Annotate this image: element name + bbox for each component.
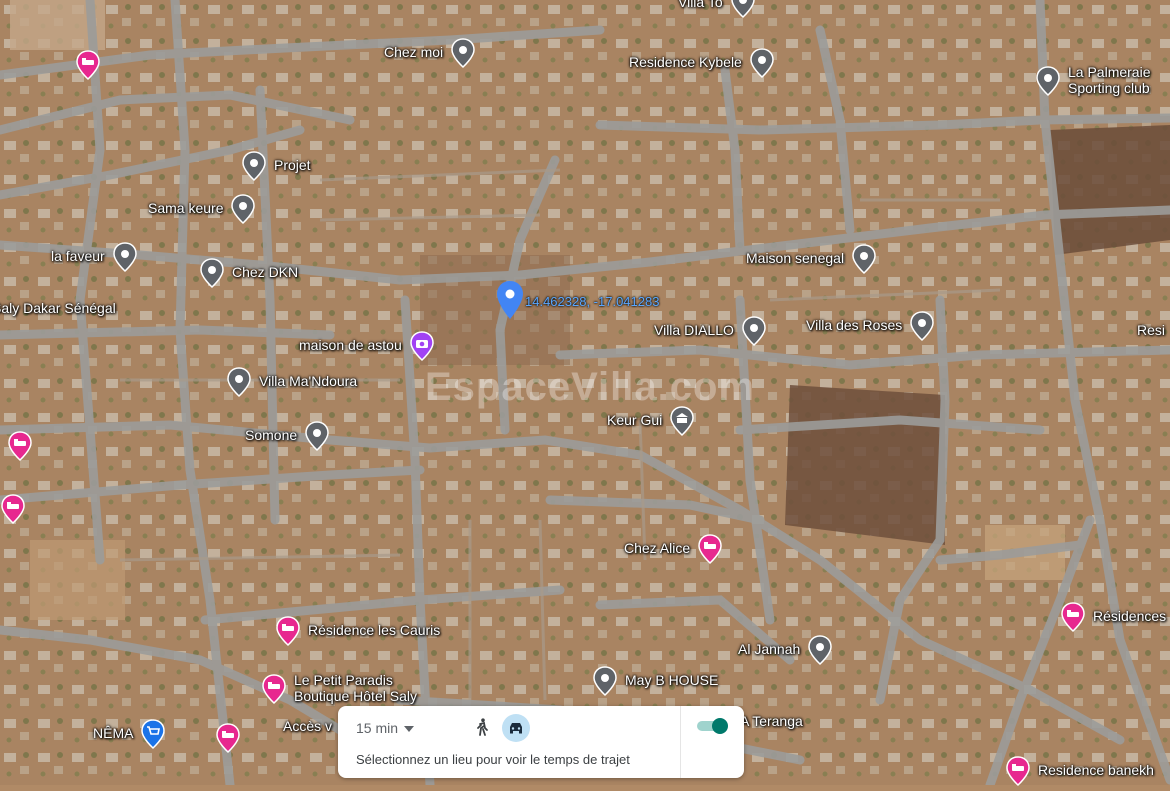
place-label-la-palmeraie[interactable]: La Palmeraie Sporting club [1068, 64, 1151, 96]
panel-divider [680, 706, 681, 778]
hotel-pin-icon[interactable] [1060, 602, 1086, 633]
camera-pin-icon[interactable] [409, 331, 435, 362]
location-pin-icon[interactable] [592, 666, 618, 697]
hotel-pin-icon[interactable] [0, 494, 26, 525]
location-pin-icon[interactable] [1035, 66, 1061, 97]
location-pin-icon[interactable] [730, 0, 756, 19]
hotel-pin-icon[interactable] [75, 50, 101, 81]
place-label-le-petit-paradis[interactable]: Le Petit Paradis Boutique Hôtel Saly [294, 672, 417, 704]
drive-mode-button[interactable] [502, 714, 530, 742]
travel-time-value: 15 min [356, 720, 399, 736]
shopping-cart-pin-icon[interactable] [140, 719, 166, 750]
place-label-chez-alice[interactable]: Chez Alice [624, 540, 690, 556]
chevron-down-icon [404, 726, 415, 733]
location-pin-icon[interactable] [851, 244, 877, 275]
location-pin-icon[interactable] [112, 242, 138, 273]
place-label-saly-dakar[interactable]: Saly Dakar Sénégal [0, 300, 116, 316]
location-pin-icon[interactable] [450, 38, 476, 69]
place-label-chez-moi[interactable]: Chez moi [384, 44, 443, 60]
place-label-al-jannah[interactable]: Al Jannah [738, 641, 800, 657]
place-label-residences-right[interactable]: Résidences [1093, 608, 1166, 624]
place-label-somone[interactable]: Somone [245, 427, 297, 443]
location-pin-icon[interactable] [749, 48, 775, 79]
hotel-pin-icon[interactable] [261, 674, 287, 705]
place-label-resi-right[interactable]: Resi [1137, 322, 1165, 338]
place-label-maison-de-astou[interactable]: maison de astou [299, 337, 402, 353]
location-pin-icon[interactable] [909, 311, 935, 342]
place-label-residence-banekh[interactable]: Residence banekh [1038, 762, 1154, 778]
place-label-villa-diallo[interactable]: Villa DIALLO [654, 322, 734, 338]
travel-time-select[interactable]: 15 min [356, 720, 415, 736]
dropped-pin-coordinates: 14.462328, -17.041283 [525, 294, 660, 309]
location-pin-icon[interactable] [241, 151, 267, 182]
location-pin-icon[interactable] [199, 258, 225, 289]
hotel-pin-icon[interactable] [7, 431, 33, 462]
place-label-villa-des-roses[interactable]: Villa des Roses [806, 317, 902, 333]
place-label-projet[interactable]: Projet [274, 157, 311, 173]
watermark: EspaceVilla.com [425, 365, 755, 409]
place-label-residence-kybele[interactable]: Residence Kybele [629, 54, 742, 70]
hotel-pin-icon[interactable] [275, 616, 301, 647]
walk-icon[interactable] [472, 717, 492, 737]
place-label-may-b-house[interactable]: May B HOUSE [625, 672, 718, 688]
place-label-villa-mandoura[interactable]: Villa Ma'Ndoura [259, 373, 357, 389]
travel-toggle[interactable] [696, 717, 730, 735]
travel-time-panel: 15 min Sélectionnez un lieu pour voir le… [338, 706, 744, 778]
hotel-pin-icon[interactable] [1005, 756, 1031, 787]
place-label-residence-les-cauris[interactable]: Résidence les Cauris [308, 622, 440, 638]
dropped-pin-icon[interactable] [496, 280, 524, 320]
hotel-pin-icon[interactable] [697, 534, 723, 565]
place-label-a-teranga[interactable]: A Teranga [740, 713, 803, 729]
place-label-maison-senegal[interactable]: Maison senegal [746, 250, 844, 266]
place-label-sama-keure[interactable]: Sama keure [148, 200, 223, 216]
drive-icon [510, 723, 522, 734]
place-label-la-faveur[interactable]: la faveur [51, 248, 105, 264]
location-pin-icon[interactable] [304, 421, 330, 452]
place-label-chez-dkn[interactable]: Chez DKN [232, 264, 298, 280]
location-pin-icon[interactable] [807, 635, 833, 666]
place-label-keur-gui[interactable]: Keur Gui [607, 412, 662, 428]
travel-hint: Sélectionnez un lieu pour voir le temps … [356, 752, 630, 767]
location-pin-icon[interactable] [230, 194, 256, 225]
place-label-nema[interactable]: NÊMA [93, 725, 133, 741]
place-label-villa-to[interactable]: Villa To [678, 0, 723, 10]
location-pin-icon[interactable] [226, 367, 252, 398]
hotel-pin-icon[interactable] [215, 723, 241, 754]
place-label-acces[interactable]: Accès v [283, 718, 332, 734]
location-pin-icon[interactable] [741, 316, 767, 347]
